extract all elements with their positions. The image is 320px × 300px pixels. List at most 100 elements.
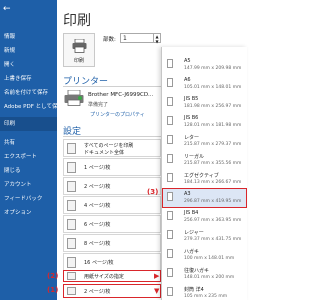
page-icon bbox=[167, 59, 173, 68]
sidebar-item-options[interactable]: オプション bbox=[0, 206, 57, 220]
sidebar-item-open[interactable]: 開く bbox=[0, 58, 57, 72]
paper-size-item[interactable]: 封筒 洋4 105 mm x 235 mm bbox=[162, 283, 247, 300]
paper-size-dimensions: 215.87 mm x 355.56 mm bbox=[184, 161, 242, 166]
paper-size-name: JIS B5 bbox=[184, 96, 199, 102]
printer-icon bbox=[72, 39, 87, 53]
paper-size-item[interactable]: 往復ハガキ 148.01 mm x 200 mm bbox=[162, 264, 247, 284]
paper-size-dimensions: 128.01 mm x 181.98 mm bbox=[184, 123, 242, 128]
sidebar-item-feedback[interactable]: フィードバック bbox=[0, 192, 57, 206]
paper-size-dimensions: 147.99 mm x 209.98 mm bbox=[184, 66, 242, 71]
page-icon bbox=[167, 78, 173, 87]
paper-size-item[interactable]: JIS B4 256.97 mm x 363.95 mm bbox=[162, 207, 247, 227]
paper-size-item[interactable]: エグゼクティブ 184.13 mm x 266.67 mm bbox=[162, 169, 247, 189]
paper-size-dropdown: A5 147.99 mm x 209.98 mm A6 105.01 mm x … bbox=[161, 47, 247, 300]
option-label: 2 ページ/枚 bbox=[84, 184, 111, 190]
paper-size-item[interactable]: レター 215.87 mm x 279.37 mm bbox=[162, 131, 247, 151]
option-label: 2 ページ/枚 bbox=[84, 289, 111, 295]
page-icon bbox=[67, 181, 76, 192]
option-label: 6 ページ/枚 bbox=[84, 222, 111, 228]
print-button-label: 印刷 bbox=[73, 58, 84, 64]
print-range-label: すべてのページを印刷 bbox=[84, 143, 134, 149]
divider bbox=[63, 86, 161, 87]
paper-size-dimensions: 181.98 mm x 256.97 mm bbox=[184, 104, 242, 109]
paper-size-item[interactable]: JIS B6 128.01 mm x 181.98 mm bbox=[162, 112, 247, 132]
print-button[interactable]: 印刷 bbox=[63, 33, 95, 67]
printer-device-icon bbox=[64, 90, 84, 106]
paper-size-name: A5 bbox=[184, 58, 191, 64]
paper-size-name: 往復ハガキ bbox=[184, 268, 210, 274]
paper-size-dimensions: 184.13 mm x 266.67 mm bbox=[184, 180, 242, 185]
page-icon bbox=[167, 135, 173, 144]
page-icon bbox=[167, 268, 173, 277]
page-icon bbox=[67, 200, 76, 211]
paper-size-name: JIS B4 bbox=[184, 210, 199, 216]
sidebar-item-close[interactable]: 閉じる bbox=[0, 164, 57, 178]
sidebar-item-save[interactable]: 上書き保存 bbox=[0, 72, 57, 86]
paper-size-item[interactable]: A5 147.99 mm x 209.98 mm bbox=[162, 55, 247, 75]
document-icon bbox=[67, 143, 76, 154]
paper-size-item[interactable]: JIS B5 181.98 mm x 256.97 mm bbox=[162, 93, 247, 113]
printer-properties-link[interactable]: プリンターのプロパティ bbox=[90, 111, 145, 118]
callout-arrow-icon: ▶ bbox=[154, 272, 160, 280]
back-arrow-icon[interactable]: ← bbox=[3, 4, 13, 14]
paper-size-name: レター bbox=[184, 135, 200, 141]
printer-status: 準備完了 bbox=[88, 102, 109, 108]
printer-select[interactable]: Brother MFC-J6999CD... bbox=[88, 92, 153, 98]
copies-spinner[interactable]: ▲ ▼ bbox=[154, 33, 161, 44]
highlight-frame bbox=[162, 188, 247, 208]
paper-size-dimensions: 105.01 mm x 148.01 mm bbox=[184, 85, 242, 90]
divider bbox=[63, 136, 161, 137]
paper-size-dimensions: 215.87 mm x 279.37 mm bbox=[184, 142, 242, 147]
pages-per-sheet-option[interactable]: 8 ページ/枚 bbox=[63, 234, 161, 252]
callout-marker-1: (1) bbox=[47, 286, 59, 294]
paper-size-name: A6 bbox=[184, 77, 191, 83]
paper-size-dimensions: 279.37 mm x 431.75 mm bbox=[184, 237, 242, 242]
sidebar-item-new[interactable]: 新規 bbox=[0, 44, 57, 58]
page-icon bbox=[167, 116, 173, 125]
pages-per-sheet-option[interactable]: 4 ページ/枚 bbox=[63, 196, 161, 214]
sidebar-item-save-as[interactable]: 名前を付けて保存 bbox=[0, 86, 57, 100]
option-label: 4 ページ/枚 bbox=[84, 203, 111, 209]
page-icon bbox=[167, 97, 173, 106]
page-icon bbox=[167, 173, 173, 182]
paper-size-item[interactable]: A6 105.01 mm x 148.01 mm bbox=[162, 74, 247, 94]
pages-per-sheet-option[interactable]: 6 ページ/枚 bbox=[63, 215, 161, 233]
copies-input[interactable]: 1 bbox=[120, 33, 154, 43]
paper-size-name: リーガル bbox=[184, 154, 205, 160]
paper-size-item[interactable]: リーガル 215.87 mm x 355.56 mm bbox=[162, 150, 247, 170]
page-title: 印刷 bbox=[63, 13, 91, 29]
paper-size-item[interactable]: ハガキ 100 mm x 148.01 mm bbox=[162, 245, 247, 265]
page-icon bbox=[167, 287, 173, 296]
print-range-select[interactable]: すべてのページを印刷 ドキュメント全体 bbox=[63, 139, 161, 157]
paper-size-dimensions: 105 mm x 235 mm bbox=[184, 294, 228, 299]
backstage-sidebar: ← 情報 新規 開く 上書き保存 名前を付けて保存 Adobe PDF として保… bbox=[0, 0, 57, 300]
sidebar-item-share[interactable]: 共有 bbox=[0, 136, 57, 150]
option-label: 8 ページ/枚 bbox=[84, 241, 111, 247]
option-label: 用紙サイズの指定 bbox=[84, 274, 124, 280]
pages-per-sheet-select[interactable]: 2 ページ/枚 bbox=[63, 284, 161, 298]
paper-size-item[interactable]: レジャー 279.37 mm x 431.75 mm bbox=[162, 226, 247, 246]
page-icon bbox=[167, 154, 173, 163]
paper-size-name: JIS B6 bbox=[184, 115, 199, 121]
sidebar-item-account[interactable]: アカウント bbox=[0, 178, 57, 192]
pages-per-sheet-option[interactable]: 1 ページ/枚 bbox=[63, 158, 161, 176]
copies-label: 部数: bbox=[103, 37, 116, 43]
paper-size-name: エグゼクティブ bbox=[184, 173, 219, 179]
sidebar-item-print[interactable]: 印刷 bbox=[0, 117, 57, 131]
paper-size-dimensions: 148.01 mm x 200 mm bbox=[184, 275, 235, 280]
sidebar-item-save-pdf[interactable]: Adobe PDF として保存 bbox=[0, 100, 57, 114]
paper-size-item-selected[interactable]: A3 296.87 mm x 419.95 mm bbox=[162, 188, 247, 208]
page-icon bbox=[167, 230, 173, 239]
paper-size-dimensions: 100 mm x 148.01 mm bbox=[184, 256, 235, 261]
sidebar-item-export[interactable]: エクスポート bbox=[0, 150, 57, 164]
callout-arrow-icon: ▼ bbox=[154, 287, 160, 295]
pages-per-sheet-option[interactable]: 16 ページ/枚 bbox=[63, 253, 161, 271]
paper-size-name: 封筒 洋4 bbox=[184, 287, 204, 293]
paper-size-dimensions: 256.97 mm x 363.95 mm bbox=[184, 218, 242, 223]
sidebar-item-info[interactable]: 情報 bbox=[0, 30, 57, 44]
scale-to-paper-size-option[interactable]: 用紙サイズの指定 bbox=[63, 270, 161, 282]
page-icon bbox=[67, 219, 76, 230]
option-label: 1 ページ/枚 bbox=[84, 165, 111, 171]
paper-size-name: レジャー bbox=[184, 230, 204, 236]
print-range-sub: ドキュメント全体 bbox=[84, 150, 125, 156]
